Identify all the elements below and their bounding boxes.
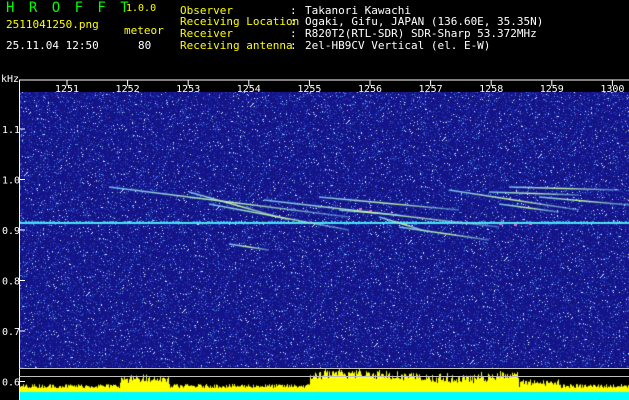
y-tick-label: 0.7: [2, 327, 20, 338]
antenna-label: Receiving antenna: [180, 39, 293, 52]
app-version: 1.0.0: [126, 3, 157, 14]
y-tick-label: 1.1: [2, 125, 20, 136]
timestamp: 25.11.04 12:50: [6, 39, 99, 52]
spectrogram: [19, 92, 629, 400]
y-tick-label: 0.9: [2, 226, 20, 237]
meteor-label: meteor: [124, 24, 164, 37]
meteor-count: 80: [138, 39, 152, 52]
y-tick-label: 0.8: [2, 277, 20, 288]
y-tick-label: 0.6: [2, 378, 20, 389]
spectrogram-canvas: [19, 92, 629, 400]
app-title: H R O F F T: [6, 0, 132, 16]
file-name: 2511041250.png: [6, 18, 99, 31]
antenna-value: 2el-HB9CV Vertical (el. E-W): [305, 39, 491, 52]
y-unit-label: kHz: [1, 74, 19, 85]
y-tick-label: 1.0: [2, 176, 20, 187]
antenna-sep: :: [290, 39, 297, 52]
hroft-window: H R O F F T 1.0.0 2511041250.png meteor …: [0, 0, 629, 400]
